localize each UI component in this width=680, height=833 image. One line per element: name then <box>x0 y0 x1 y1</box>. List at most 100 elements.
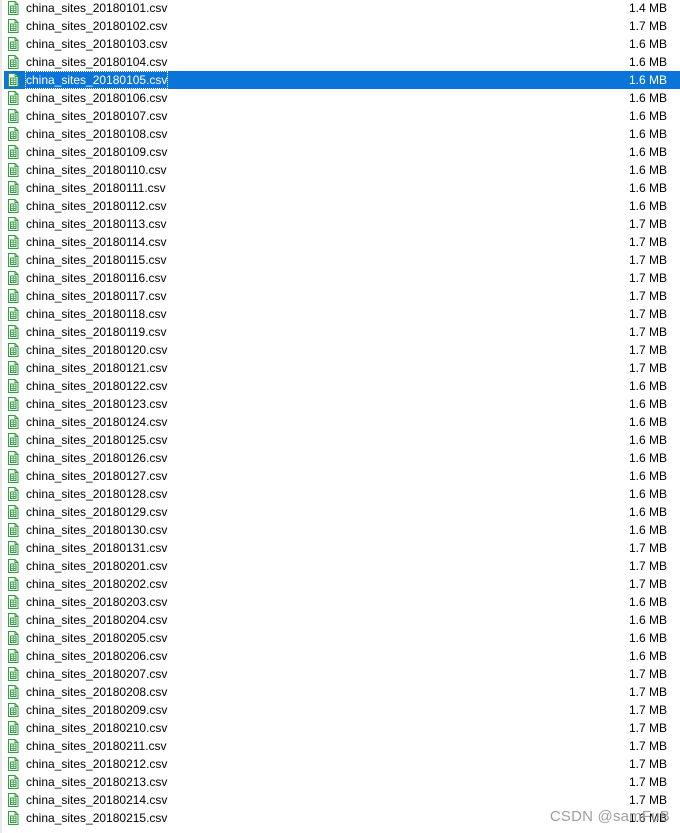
file-row[interactable]: china_sites_20180116.csv 1.7 MB <box>4 269 680 287</box>
csv-file-icon <box>7 775 19 789</box>
file-name: china_sites_20180111.csv <box>26 181 166 195</box>
file-row[interactable]: china_sites_20180101.csv 1.4 MB <box>4 0 680 17</box>
csv-file-icon <box>7 415 19 429</box>
csv-file-icon <box>7 37 19 51</box>
file-size: 1.7 MB <box>628 757 667 771</box>
file-row[interactable]: china_sites_20180105.csv 1.6 MB <box>4 71 680 89</box>
file-size: 1.6 MB <box>628 37 667 51</box>
file-row[interactable]: china_sites_20180213.csv 1.7 MB <box>4 773 680 791</box>
file-name: china_sites_20180116.csv <box>26 271 167 285</box>
file-row[interactable]: china_sites_20180107.csv 1.6 MB <box>4 107 680 125</box>
file-row[interactable]: china_sites_20180201.csv 1.7 MB <box>4 557 680 575</box>
csv-file-icon <box>7 811 19 825</box>
file-row[interactable]: china_sites_20180110.csv 1.6 MB <box>4 161 680 179</box>
csv-file-icon <box>7 73 19 87</box>
file-row[interactable]: china_sites_20180204.csv 1.6 MB <box>4 611 680 629</box>
file-row[interactable]: china_sites_20180121.csv 1.7 MB <box>4 359 680 377</box>
file-size: 1.7 MB <box>628 235 667 249</box>
file-name: china_sites_20180128.csv <box>26 487 168 501</box>
file-name: china_sites_20180208.csv <box>26 685 168 699</box>
file-rows: china_sites_20180101.csv 1.4 MB china_site… <box>4 0 680 827</box>
file-row[interactable]: china_sites_20180202.csv 1.7 MB <box>4 575 680 593</box>
file-row[interactable]: china_sites_20180111.csv 1.6 MB <box>4 179 680 197</box>
file-name: china_sites_20180207.csv <box>26 667 168 681</box>
file-row[interactable]: china_sites_20180207.csv 1.7 MB <box>4 665 680 683</box>
file-row[interactable]: china_sites_20180214.csv 1.7 MB <box>4 791 680 809</box>
file-name: china_sites_20180110.csv <box>26 163 167 177</box>
file-size: 1.7 MB <box>628 559 667 573</box>
file-size: 1.6 MB <box>628 487 667 501</box>
csv-file-icon <box>7 667 19 681</box>
file-row[interactable]: china_sites_20180210.csv 1.7 MB <box>4 719 680 737</box>
csv-file-icon <box>7 181 19 195</box>
file-row[interactable]: china_sites_20180123.csv 1.6 MB <box>4 395 680 413</box>
file-row[interactable]: china_sites_20180112.csv 1.6 MB <box>4 197 680 215</box>
file-row[interactable]: china_sites_20180206.csv 1.6 MB <box>4 647 680 665</box>
csv-file-icon <box>7 487 19 501</box>
file-row[interactable]: china_sites_20180126.csv 1.6 MB <box>4 449 680 467</box>
file-name: china_sites_20180115.csv <box>26 253 167 267</box>
file-row[interactable]: china_sites_20180118.csv 1.7 MB <box>4 305 680 323</box>
csv-file-icon <box>7 397 19 411</box>
csv-file-icon <box>7 325 19 339</box>
file-row[interactable]: china_sites_20180205.csv 1.6 MB <box>4 629 680 647</box>
file-name: china_sites_20180123.csv <box>26 397 168 411</box>
file-row[interactable]: china_sites_20180209.csv 1.7 MB <box>4 701 680 719</box>
file-size: 1.6 MB <box>628 181 667 195</box>
file-row[interactable]: china_sites_20180212.csv 1.7 MB <box>4 755 680 773</box>
file-row[interactable]: china_sites_20180109.csv 1.6 MB <box>4 143 680 161</box>
file-row[interactable]: china_sites_20180124.csv 1.6 MB <box>4 413 680 431</box>
file-size: 1.6 MB <box>628 127 667 141</box>
file-row[interactable]: china_sites_20180103.csv 1.6 MB <box>4 35 680 53</box>
file-row[interactable]: china_sites_20180130.csv 1.6 MB <box>4 521 680 539</box>
file-name: china_sites_20180127.csv <box>26 469 168 483</box>
file-size: 1.7 MB <box>628 217 667 231</box>
file-size: 1.6 MB <box>628 451 667 465</box>
csv-file-icon <box>7 433 19 447</box>
file-size: 1.6 MB <box>628 649 667 663</box>
file-size: 1.7 MB <box>628 289 667 303</box>
file-row[interactable]: china_sites_20180120.csv 1.7 MB <box>4 341 680 359</box>
file-name: china_sites_20180124.csv <box>26 415 168 429</box>
file-row[interactable]: china_sites_20180115.csv 1.7 MB <box>4 251 680 269</box>
file-row[interactable]: china_sites_20180125.csv 1.6 MB <box>4 431 680 449</box>
file-name: china_sites_20180121.csv <box>26 361 168 375</box>
file-row[interactable]: china_sites_20180129.csv 1.6 MB <box>4 503 680 521</box>
file-row[interactable]: china_sites_20180102.csv 1.7 MB <box>4 17 680 35</box>
file-row[interactable]: china_sites_20180113.csv 1.7 MB <box>4 215 680 233</box>
file-row[interactable]: china_sites_20180128.csv 1.6 MB <box>4 485 680 503</box>
file-size: 1.7 MB <box>628 541 667 555</box>
file-row[interactable]: china_sites_20180104.csv 1.6 MB <box>4 53 680 71</box>
csv-file-icon <box>7 19 19 33</box>
csv-file-icon <box>7 505 19 519</box>
csv-file-icon <box>7 217 19 231</box>
file-name: china_sites_20180104.csv <box>26 55 168 69</box>
file-row[interactable]: china_sites_20180106.csv 1.6 MB <box>4 89 680 107</box>
file-row[interactable]: china_sites_20180127.csv 1.6 MB <box>4 467 680 485</box>
file-row[interactable]: china_sites_20180117.csv 1.7 MB <box>4 287 680 305</box>
file-size: 1.6 MB <box>628 613 667 627</box>
csv-file-icon <box>7 55 19 69</box>
file-row[interactable]: china_sites_20180211.csv 1.7 MB <box>4 737 680 755</box>
file-name: china_sites_20180211.csv <box>26 739 167 753</box>
file-row[interactable]: china_sites_20180119.csv 1.7 MB <box>4 323 680 341</box>
file-name: china_sites_20180108.csv <box>26 127 168 141</box>
file-size: 1.7 MB <box>628 343 667 357</box>
file-name: china_sites_20180107.csv <box>26 109 168 123</box>
file-name: china_sites_20180113.csv <box>26 217 167 231</box>
file-row[interactable]: china_sites_20180108.csv 1.6 MB <box>4 125 680 143</box>
file-row[interactable]: china_sites_20180203.csv 1.6 MB <box>4 593 680 611</box>
csv-file-icon <box>7 685 19 699</box>
file-name: china_sites_20180202.csv <box>26 577 168 591</box>
pane-divider[interactable] <box>0 0 2 833</box>
file-row[interactable]: china_sites_20180122.csv 1.6 MB <box>4 377 680 395</box>
file-row[interactable]: china_sites_20180208.csv 1.7 MB <box>4 683 680 701</box>
file-size: 1.7 MB <box>628 307 667 321</box>
file-row[interactable]: china_sites_20180131.csv 1.7 MB <box>4 539 680 557</box>
file-size: 1.6 MB <box>628 415 667 429</box>
file-row[interactable]: china_sites_20180114.csv 1.7 MB <box>4 233 680 251</box>
csv-file-icon <box>7 559 19 573</box>
file-name: china_sites_20180101.csv <box>26 1 168 15</box>
file-name: china_sites_20180129.csv <box>26 505 168 519</box>
file-size: 1.7 MB <box>628 19 667 33</box>
